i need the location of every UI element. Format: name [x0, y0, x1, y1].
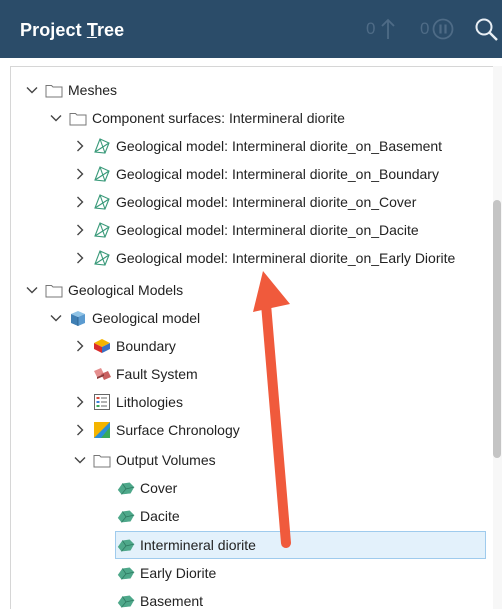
scrollbar-thumb[interactable]	[493, 200, 501, 458]
tree-node-label: Early Diorite	[140, 565, 217, 581]
chevron-right-icon[interactable]	[72, 194, 88, 210]
chevron-right-icon[interactable]	[72, 138, 88, 154]
tree-node-label: Geological model: Intermineral diorite_o…	[116, 194, 417, 210]
fault-system-icon	[92, 365, 112, 383]
pending-tasks-button[interactable]: 0	[366, 16, 396, 42]
tree-node-geological-models[interactable]: Geological Models	[24, 277, 183, 303]
project-tree-panel: Project Tree 0 0 Meshes Component surfac…	[0, 0, 502, 609]
tree-node-label: Geological model: Intermineral diorite_o…	[116, 222, 419, 238]
mesh-icon	[92, 249, 112, 267]
boundary-icon	[92, 337, 112, 355]
tree-node-label: Dacite	[140, 508, 180, 524]
chevron-down-icon[interactable]	[24, 82, 40, 98]
volume-icon	[116, 479, 136, 497]
tree-node-volume-cover[interactable]: Cover	[116, 475, 177, 501]
chevron-right-icon[interactable]	[72, 422, 88, 438]
volume-icon	[116, 507, 136, 525]
chevron-right-icon[interactable]	[72, 394, 88, 410]
tree-node-meshes[interactable]: Meshes	[24, 77, 117, 103]
panel-title: Project Tree	[20, 20, 124, 41]
tree-node-label: Surface Chronology	[116, 422, 240, 438]
tree-node-fault-system[interactable]: Fault System	[72, 361, 198, 387]
tree-node-mesh-dacite[interactable]: Geological model: Intermineral diorite_o…	[72, 217, 419, 243]
tree-node-geological-model[interactable]: Geological model	[48, 305, 200, 331]
chevron-right-icon[interactable]	[72, 222, 88, 238]
panel-header: Project Tree 0 0	[0, 0, 502, 58]
chevron-right-icon[interactable]	[72, 338, 88, 354]
arrow-up-icon	[381, 18, 396, 40]
folder-icon	[44, 281, 64, 299]
tree-node-label: Component surfaces: Intermineral diorite	[92, 110, 345, 126]
chevron-down-icon[interactable]	[48, 110, 64, 126]
tree-node-label: Basement	[140, 593, 204, 609]
tree-node-label: Intermineral diorite	[140, 537, 256, 553]
title-mnemonic: T	[86, 20, 97, 40]
tree-node-volume-basement[interactable]: Basement	[116, 588, 203, 609]
tree-node-label: Output Volumes	[116, 452, 216, 468]
title-prefix: Project	[20, 20, 87, 40]
tree-node-label: Geological model	[92, 310, 201, 326]
tree-node-output-volumes[interactable]: Output Volumes	[72, 447, 216, 473]
mesh-icon	[92, 193, 112, 211]
tree-node-volume-intermineral-diorite[interactable]: Intermineral diorite	[115, 531, 486, 559]
tree-node-volume-early-diorite[interactable]: Early Diorite	[116, 560, 216, 586]
tree-node-lithologies[interactable]: Lithologies	[72, 389, 183, 415]
tree-node-label: Geological model: Intermineral diorite_o…	[116, 138, 443, 154]
folder-icon	[44, 81, 64, 99]
volume-icon	[116, 592, 136, 609]
tree-node-mesh-basement[interactable]: Geological model: Intermineral diorite_o…	[72, 133, 442, 159]
tree-node-mesh-boundary[interactable]: Geological model: Intermineral diorite_o…	[72, 161, 439, 187]
paused-count: 0	[420, 19, 430, 38]
tree-node-label: Meshes	[68, 82, 118, 98]
chevron-down-icon[interactable]	[72, 452, 88, 468]
search-icon	[474, 17, 500, 41]
pending-count: 0	[366, 19, 376, 38]
tree-node-label: Geological Models	[68, 282, 184, 298]
paused-tasks-button[interactable]: 0	[420, 16, 454, 42]
chevron-right-icon[interactable]	[72, 250, 88, 266]
mesh-icon	[92, 221, 112, 239]
chevron-down-icon[interactable]	[48, 310, 64, 326]
tree-node-label: Geological model: Intermineral diorite_o…	[116, 166, 439, 182]
tree-node-component-surfaces[interactable]: Component surfaces: Intermineral diorite	[48, 105, 345, 131]
tree-node-mesh-cover[interactable]: Geological model: Intermineral diorite_o…	[72, 189, 416, 215]
folder-icon	[92, 451, 112, 469]
tree-node-label: Fault System	[116, 366, 198, 382]
folder-icon	[68, 109, 88, 127]
lithologies-icon	[92, 393, 112, 411]
volume-icon	[116, 564, 136, 582]
tree-node-label: Boundary	[116, 338, 176, 354]
chevron-right-icon[interactable]	[72, 166, 88, 182]
tree-node-label: Geological model: Intermineral diorite_o…	[116, 250, 456, 266]
tree-node-surface-chronology[interactable]: Surface Chronology	[72, 417, 240, 443]
mesh-icon	[92, 137, 112, 155]
chevron-down-icon[interactable]	[24, 282, 40, 298]
title-suffix: ree	[96, 20, 125, 40]
volume-icon	[116, 536, 136, 554]
search-button[interactable]	[474, 16, 500, 42]
tree-node-boundary[interactable]: Boundary	[72, 333, 176, 359]
pause-icon	[432, 18, 454, 40]
tree-node-mesh-early-diorite[interactable]: Geological model: Intermineral diorite_o…	[72, 245, 455, 271]
surface-chronology-icon	[92, 421, 112, 439]
tree-node-label: Cover	[140, 480, 178, 496]
tree-node-volume-dacite[interactable]: Dacite	[116, 503, 180, 529]
mesh-icon	[92, 165, 112, 183]
tree-node-label: Lithologies	[116, 394, 183, 410]
geological-model-icon	[68, 309, 88, 327]
